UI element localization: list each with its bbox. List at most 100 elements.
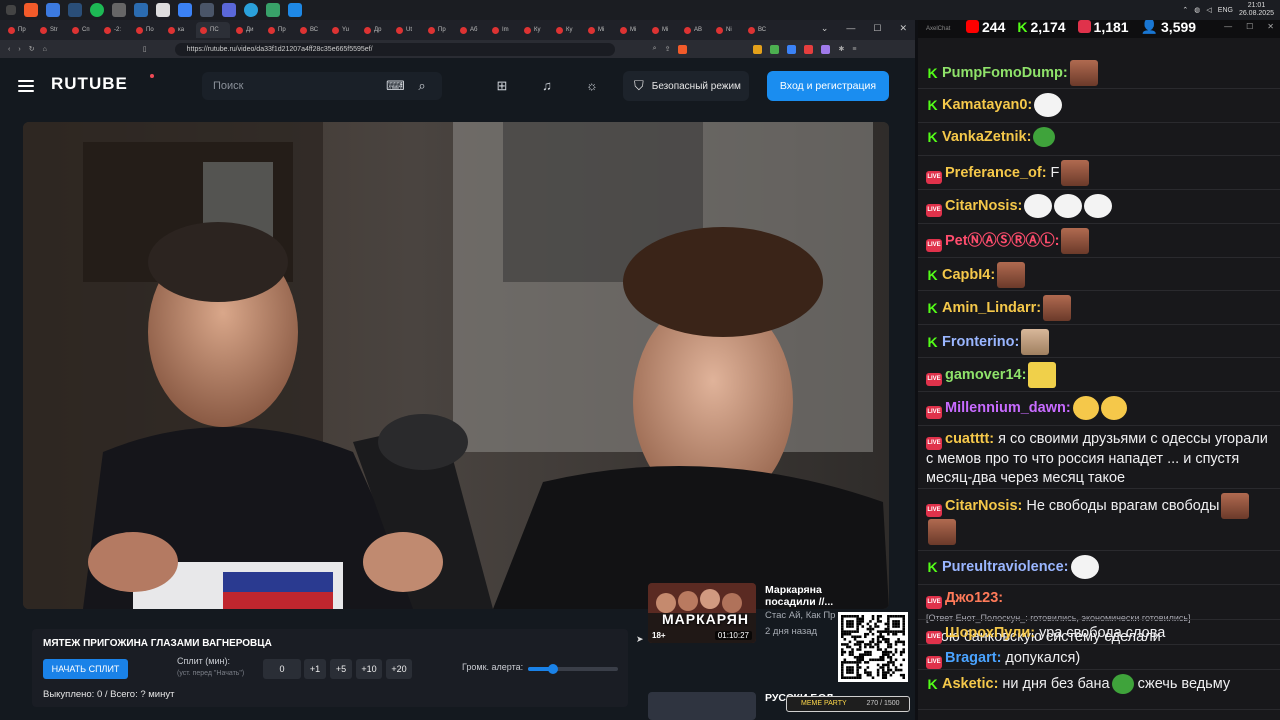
maximize-icon[interactable]: ☐ (873, 23, 881, 34)
slider-knob[interactable] (548, 664, 559, 674)
app-icon[interactable] (200, 3, 214, 17)
login-button[interactable]: Вход и регистрация (767, 71, 889, 101)
windows-start-icon[interactable] (6, 5, 16, 15)
chat-username[interactable]: CitarNosis: (945, 198, 1022, 214)
browser-tab[interactable]: ВС (296, 22, 326, 38)
clock[interactable]: 21:01 26.08.2025 (1239, 2, 1274, 18)
extension-icon[interactable] (753, 44, 763, 54)
network-icon[interactable]: ◍ (1194, 6, 1200, 14)
browser-tab[interactable]: Mi (648, 22, 678, 38)
browser-tab[interactable]: Yu (328, 22, 358, 38)
browser-tab[interactable]: АВ (680, 22, 710, 38)
chat-username[interactable]: Fronterino: (942, 334, 1019, 350)
recommended-channel[interactable]: Стас Ай, Как Пр (765, 610, 840, 621)
chat-username[interactable]: Kamatayan0: (942, 97, 1032, 113)
browser-tab[interactable]: Пр (4, 22, 34, 38)
app-icon[interactable] (222, 3, 236, 17)
extension-icon[interactable] (787, 44, 797, 54)
chat-username[interactable]: Asketic: (942, 676, 998, 692)
app-icon[interactable] (112, 3, 126, 17)
chat-username[interactable]: Pureultraviolence: (942, 559, 1069, 575)
browser-tab[interactable]: ка (164, 22, 194, 38)
keyboard-icon[interactable]: ⌨ (386, 78, 405, 94)
chat-username[interactable]: Amin_Lindarr: (942, 300, 1041, 316)
browser-tab[interactable]: Ni (712, 22, 742, 38)
chat-username[interactable]: Джо123: (945, 590, 1003, 606)
chat-username[interactable]: PetⓃⒶⓈⓇⒶⓁ: (945, 233, 1059, 249)
chat-username[interactable]: Bragart: (945, 650, 1001, 666)
recommended-thumbnail-2[interactable] (648, 692, 756, 720)
minimize-icon[interactable]: — (1224, 22, 1232, 31)
steam-icon[interactable] (68, 3, 82, 17)
start-split-button[interactable]: НАЧАТЬ СПЛИТ (43, 659, 128, 679)
add-5-button[interactable]: +5 (330, 659, 352, 679)
chevron-up-icon[interactable]: ⌃ (1182, 6, 1188, 14)
brave-shield-icon[interactable] (678, 44, 688, 54)
maximize-icon[interactable]: ☐ (1246, 22, 1253, 31)
bookmark-icon[interactable]: ▯ (143, 45, 147, 53)
browser-tab[interactable]: Ку (552, 22, 582, 38)
browser-tab[interactable]: Im (488, 22, 518, 38)
app-icon[interactable] (156, 3, 170, 17)
share-icon[interactable]: ⇪ (665, 45, 671, 53)
bell-icon[interactable]: ♫ (539, 78, 555, 94)
add-1-button[interactable]: +1 (304, 659, 326, 679)
theme-sun-icon[interactable]: ☼ (584, 78, 600, 94)
close-icon[interactable]: ✕ (899, 23, 907, 34)
browser-tab[interactable]: Ку (520, 22, 550, 38)
spotify-icon[interactable] (90, 3, 104, 17)
chat-username[interactable]: Preferance_of: (945, 165, 1047, 181)
chat-username[interactable]: cuatttt: (945, 431, 994, 447)
browser-tab[interactable]: Str (36, 22, 66, 38)
url-field[interactable]: https://rutube.ru/video/da33f1d21207a4ff… (174, 42, 615, 56)
chat-username[interactable]: gamover14: (945, 367, 1026, 383)
split-minutes-input[interactable]: 0 (263, 659, 301, 679)
chat-username[interactable]: Millennium_dawn: (945, 400, 1071, 416)
chevron-down-icon[interactable]: ⌄ (821, 23, 829, 34)
chat-username[interactable]: PumpFomoDump: (942, 65, 1068, 81)
browser-tab[interactable]: Ut (392, 22, 422, 38)
safe-mode-button[interactable]: ⛉ Безопасный режим (623, 71, 749, 101)
reload-icon[interactable]: ↻ (29, 45, 35, 53)
search-input[interactable]: Поиск (202, 72, 442, 100)
menu-icon[interactable]: ≡ (852, 46, 856, 53)
video-player[interactable] (23, 122, 889, 609)
recommended-thumbnail[interactable]: МАРКАРЯН 18+ 01:10:27 (648, 583, 756, 643)
browser-tab[interactable]: Др (360, 22, 390, 38)
home-icon[interactable]: ⌂ (43, 46, 47, 53)
browser-tab[interactable]: Mi (584, 22, 614, 38)
zoom-icon[interactable]: ⌕ (653, 45, 657, 53)
add-10-button[interactable]: +10 (356, 659, 382, 679)
back-icon[interactable]: ‹ (8, 46, 10, 53)
recommended-title[interactable]: Маркаряна посадили //... (765, 584, 847, 608)
browser-tab[interactable]: Пр (264, 22, 294, 38)
minimize-icon[interactable]: — (846, 23, 855, 34)
rutube-logo[interactable]: RUTUBE (51, 74, 128, 94)
browser-tab[interactable]: ВС (744, 22, 774, 38)
browser-tab[interactable]: Mi (616, 22, 646, 38)
chrome-icon[interactable] (46, 3, 60, 17)
chat-username[interactable]: VankaZetnik: (942, 129, 1031, 145)
chat-username[interactable]: ШорохПули: (945, 625, 1035, 641)
extension-icon[interactable] (770, 44, 780, 54)
volume-icon[interactable]: ◁ (1206, 6, 1211, 14)
extensions-puzzle-icon[interactable]: ✱ (838, 45, 844, 53)
app-icon[interactable] (134, 3, 148, 17)
forward-icon[interactable]: › (18, 46, 20, 53)
app-icon[interactable] (288, 3, 302, 17)
close-icon[interactable]: ✕ (1267, 22, 1274, 31)
browser-tab[interactable]: Аб (456, 22, 486, 38)
extension-icon[interactable] (804, 44, 814, 54)
chat-username[interactable]: CapbI4: (942, 267, 995, 283)
upload-icon[interactable]: ⊞ (494, 78, 510, 94)
app-icon[interactable] (178, 3, 192, 17)
chat-username[interactable]: CitarNosis: (945, 498, 1022, 514)
browser-tab[interactable]: Пр (424, 22, 454, 38)
hamburger-menu-icon[interactable] (18, 80, 34, 92)
app-icon[interactable] (266, 3, 280, 17)
browser-tab[interactable]: ПС (196, 22, 230, 38)
search-icon[interactable]: ⌕ (414, 78, 430, 94)
add-20-button[interactable]: +20 (386, 659, 412, 679)
browser-tab[interactable]: По (132, 22, 162, 38)
telegram-icon[interactable] (244, 3, 258, 17)
